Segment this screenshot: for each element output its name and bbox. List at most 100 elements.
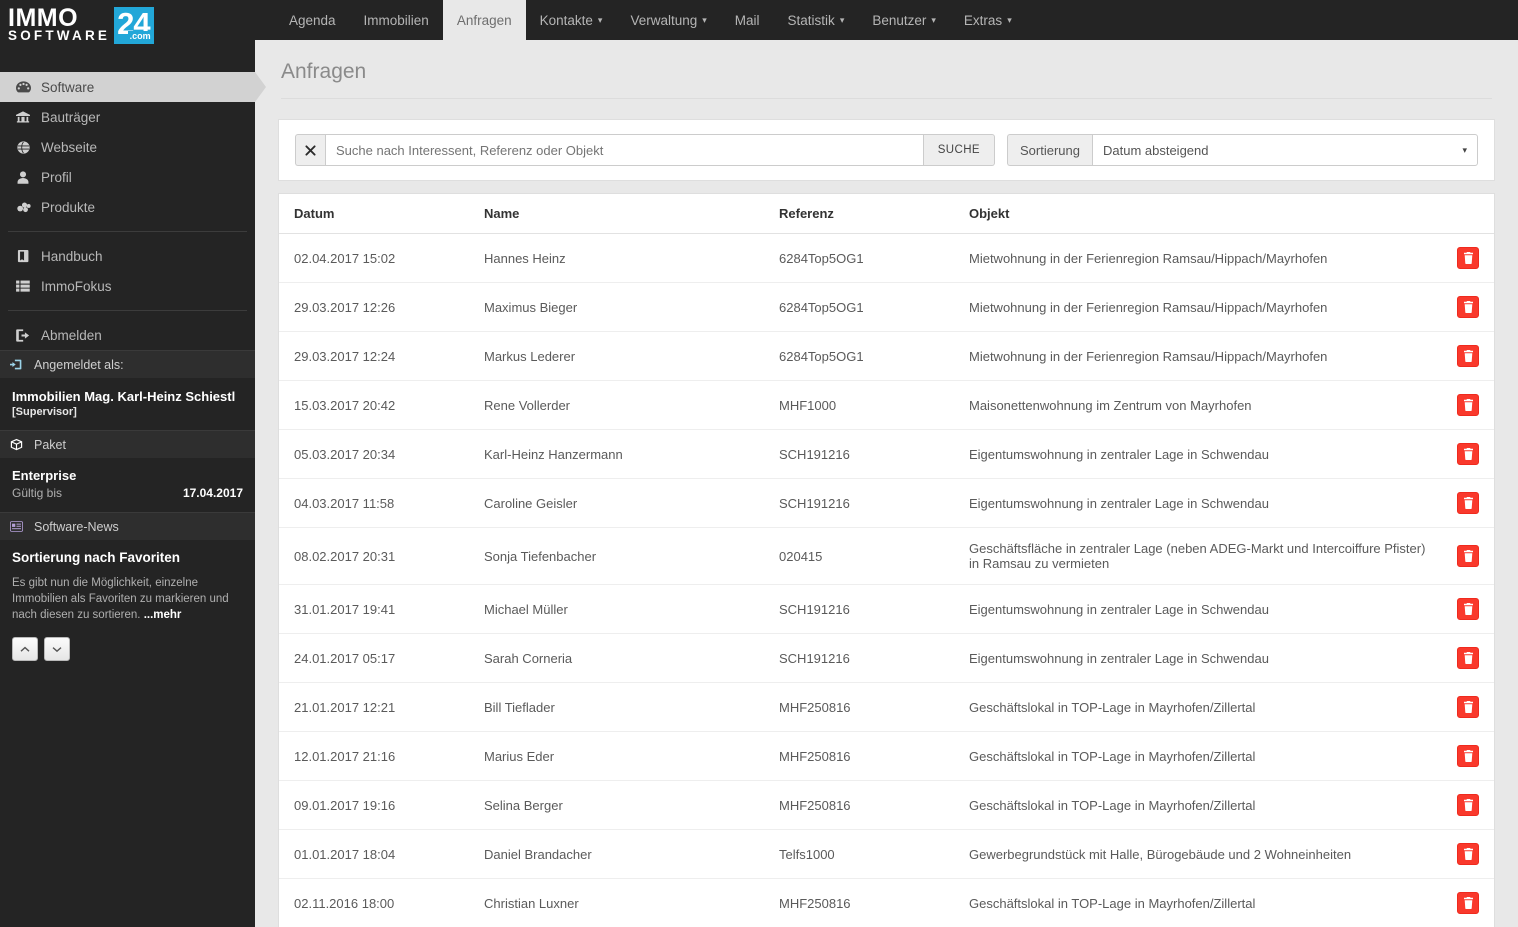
user-icon: [12, 170, 34, 184]
cell-objekt: Mietwohnung in der Ferienregion Ramsau/H…: [969, 282, 1434, 332]
tab-label: Statistik: [787, 12, 835, 28]
cell-referenz: SCH191216: [779, 429, 969, 479]
column-header-objekt[interactable]: Objekt: [969, 194, 1434, 234]
trash-icon: [1463, 550, 1474, 562]
table-row[interactable]: 02.04.2017 15:02 Hannes Heinz 6284Top5OG1 M…: [279, 233, 1494, 283]
tab-verwaltung[interactable]: Verwaltung ▾: [616, 0, 720, 40]
cell-name: Sarah Corneria: [484, 633, 779, 683]
news-header-label: Software-News: [34, 519, 119, 534]
delete-row-button[interactable]: [1457, 647, 1479, 669]
clear-search-button[interactable]: [295, 134, 325, 166]
search-input[interactable]: [325, 134, 924, 166]
cell-actions: [1434, 780, 1494, 830]
tab-extras[interactable]: Extras ▾: [950, 0, 1026, 40]
sidebar-item-label: Webseite: [41, 139, 98, 155]
table-row[interactable]: 12.01.2017 21:16 Marius Eder MHF250816 Gesc…: [279, 731, 1494, 781]
delete-row-button[interactable]: [1457, 296, 1479, 318]
logo-immo-text: IMMO: [8, 4, 79, 32]
sidebar-item-profil[interactable]: Profil: [0, 162, 255, 192]
cell-datum: 29.03.2017 12:24: [279, 331, 484, 381]
sidebar-divider: [8, 310, 247, 311]
trash-icon: [1463, 603, 1474, 615]
chevron-down-icon: ▾: [1462, 144, 1467, 155]
chevron-down-icon: ▾: [931, 14, 936, 25]
tab-agenda[interactable]: Agenda: [275, 0, 350, 40]
trash-icon: [1463, 799, 1474, 811]
sidebar: IMMO SOFTWARE 24 .com Software Bauträger W…: [0, 0, 266, 927]
column-header-referenz[interactable]: Referenz: [779, 194, 969, 234]
cell-datum: 21.01.2017 12:21: [279, 682, 484, 732]
delete-row-button[interactable]: [1457, 843, 1479, 865]
table-row[interactable]: 09.01.2017 19:16 Selina Berger MHF250816 Ge…: [279, 780, 1494, 830]
table-row[interactable]: 04.03.2017 11:58 Caroline Geisler SCH19121…: [279, 478, 1494, 528]
delete-row-button[interactable]: [1457, 345, 1479, 367]
trash-icon: [1463, 750, 1474, 762]
cell-objekt: Eigentumswohnung in zentraler Lage in Sc…: [969, 633, 1434, 683]
delete-row-button[interactable]: [1457, 598, 1479, 620]
trash-icon: [1463, 497, 1474, 509]
delete-row-button[interactable]: [1457, 492, 1479, 514]
table-row[interactable]: 24.01.2017 05:17 Sarah Corneria SCH191216 E…: [279, 633, 1494, 683]
delete-row-button[interactable]: [1457, 892, 1479, 914]
news-next-button[interactable]: [44, 637, 70, 661]
sidebar-item-software[interactable]: Software: [0, 72, 266, 102]
cell-referenz: SCH191216: [779, 478, 969, 528]
tab-anfragen[interactable]: Anfragen: [442, 0, 526, 40]
sidebar-item-immofokus[interactable]: ImmoFokus: [0, 271, 255, 301]
chevron-down-icon: ▾: [1007, 14, 1012, 25]
table-row[interactable]: 29.03.2017 12:26 Maximus Bieger 6284Top5OG…: [279, 282, 1494, 332]
cell-actions: [1434, 380, 1494, 430]
sort-select[interactable]: Datum absteigend ▾: [1091, 134, 1478, 166]
cell-objekt: Geschäftslokal in TOP-Lage in Mayrhofen/…: [969, 780, 1434, 830]
sidebar-item-produkte[interactable]: Produkte: [0, 192, 255, 222]
cell-name: Bill Tieflader: [484, 682, 779, 732]
tab-label: Verwaltung: [630, 12, 698, 28]
column-header-datum[interactable]: Datum: [279, 194, 484, 234]
table-row[interactable]: 29.03.2017 12:24 Markus Lederer 6284Top5OG…: [279, 331, 1494, 381]
cell-objekt: Geschäftslokal in TOP-Lage in Mayrhofen/…: [969, 682, 1434, 732]
news-more-link[interactable]: ...mehr: [144, 609, 182, 621]
news-header: Software-News: [0, 512, 255, 540]
sidebar-item-bautr-ger[interactable]: Bauträger: [0, 102, 255, 132]
logo-com-text: .com: [127, 31, 151, 41]
cell-datum: 05.03.2017 20:34: [279, 429, 484, 479]
sidebar-item-webseite[interactable]: Webseite: [0, 132, 255, 162]
tab-benutzer[interactable]: Benutzer ▾: [858, 0, 950, 40]
table-row[interactable]: 21.01.2017 12:21 Bill Tieflader MHF250816 G…: [279, 682, 1494, 732]
tab-mail[interactable]: Mail: [721, 0, 774, 40]
table-row[interactable]: 05.03.2017 20:34 Karl-Heinz Hanzermann SCH…: [279, 429, 1494, 479]
delete-row-button[interactable]: [1457, 247, 1479, 269]
delete-row-button[interactable]: [1457, 545, 1479, 567]
tab-statistik[interactable]: Statistik ▾: [774, 0, 859, 40]
sidebar-item-abmelden[interactable]: Abmelden: [0, 320, 255, 350]
delete-row-button[interactable]: [1457, 443, 1479, 465]
news-body: Sortierung nach Favoriten Es gibt nun di…: [0, 540, 255, 673]
table-row[interactable]: 15.03.2017 20:42 Rene Vollerder MHF1000 Mai…: [279, 380, 1494, 430]
table-row[interactable]: 01.01.2017 18:04 Daniel Brandacher Telfs10…: [279, 829, 1494, 879]
paket-header-label: Paket: [34, 437, 66, 452]
paket-valid-date: 17.04.2017: [182, 486, 243, 500]
delete-row-button[interactable]: [1457, 394, 1479, 416]
delete-row-button[interactable]: [1457, 745, 1479, 767]
news-title: Sortierung nach Favoriten: [12, 550, 181, 565]
cell-name: Christian Luxner: [484, 878, 779, 927]
table-row[interactable]: 02.11.2016 18:00 Christian Luxner MHF25081…: [279, 878, 1494, 927]
newspaper-icon: [10, 521, 30, 532]
table-row[interactable]: 31.01.2017 19:41 Michael Müller SCH191216 E…: [279, 584, 1494, 634]
sidebar-item-handbuch[interactable]: Handbuch: [0, 241, 255, 271]
cell-name: Rene Vollerder: [484, 380, 779, 430]
sidebar-item-label: ImmoFokus: [41, 278, 112, 294]
tab-immobilien[interactable]: Immobilien: [350, 0, 443, 40]
column-header-name[interactable]: Name: [484, 194, 779, 234]
news-prev-button[interactable]: [12, 637, 38, 661]
page-header: Anfragen: [255, 40, 1518, 99]
cell-objekt: Geschäftslokal in TOP-Lage in Mayrhofen/…: [969, 878, 1434, 927]
tab-kontakte[interactable]: Kontakte ▾: [526, 0, 617, 40]
signin-icon: [10, 358, 30, 371]
brand-logo[interactable]: IMMO SOFTWARE 24 .com: [0, 0, 255, 52]
table-row[interactable]: 08.02.2017 20:31 Sonja Tiefenbacher 020415…: [279, 527, 1494, 585]
delete-row-button[interactable]: [1457, 696, 1479, 718]
sort-label: Sortierung: [1007, 134, 1092, 166]
delete-row-button[interactable]: [1457, 794, 1479, 816]
search-button[interactable]: SUCHE: [923, 134, 995, 166]
